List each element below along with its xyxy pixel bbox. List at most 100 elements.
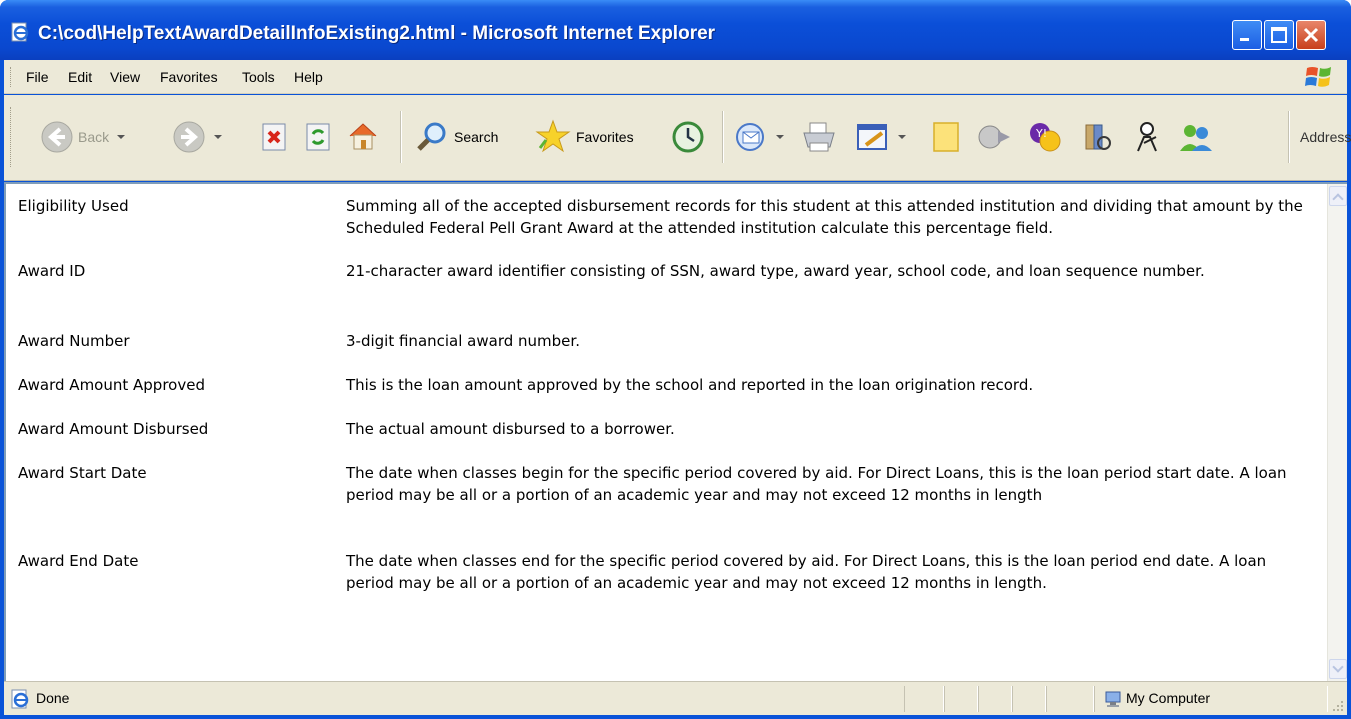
title-bar[interactable]: C:\cod\HelpTextAwardDetailInfoExisting2.… xyxy=(0,0,1351,60)
resize-grip-icon[interactable] xyxy=(1331,699,1345,713)
field-name: Award ID xyxy=(18,262,86,280)
menu-file[interactable]: File xyxy=(26,67,49,87)
field-description: 21-character award identifier consisting… xyxy=(346,262,1205,280)
favorites-button[interactable]: Favorites xyxy=(534,115,634,159)
menu-view[interactable]: View xyxy=(110,67,140,87)
page-content: Eligibility Used Summing all of the acce… xyxy=(4,182,1347,681)
list-item: Award Amount Disbursed The actual amount… xyxy=(18,418,1318,462)
toolbar-separator xyxy=(1288,111,1290,163)
browser-window: C:\cod\HelpTextAwardDetailInfoExisting2.… xyxy=(0,0,1351,719)
note-button[interactable] xyxy=(928,115,964,159)
field-name: Award Amount Disbursed xyxy=(18,420,209,438)
back-button[interactable]: Back xyxy=(40,115,126,159)
edit-dropdown-icon[interactable] xyxy=(898,135,906,139)
favorites-star-icon xyxy=(535,119,571,153)
toolbar-separator xyxy=(400,111,402,163)
user-button[interactable] xyxy=(1130,115,1164,159)
list-item: Award Number 3-digit financial award num… xyxy=(18,330,1318,374)
menu-edit[interactable]: Edit xyxy=(68,67,92,87)
forward-dropdown-icon[interactable] xyxy=(214,135,222,139)
status-bar: Done My Computer xyxy=(4,681,1347,715)
print-button[interactable] xyxy=(800,115,838,159)
menu-favorites[interactable]: Favorites xyxy=(160,67,218,87)
list-item: Award Start Date The date when classes b… xyxy=(18,462,1318,550)
contacts-button[interactable] xyxy=(1176,115,1216,159)
field-name: Eligibility Used xyxy=(18,197,129,215)
history-button[interactable] xyxy=(670,115,706,159)
stop-button[interactable] xyxy=(260,115,290,159)
field-description: This is the loan amount approved by the … xyxy=(346,376,1034,394)
close-icon xyxy=(1303,27,1319,43)
field-description: 3-digit financial award number. xyxy=(346,332,580,350)
favorites-label: Favorites xyxy=(576,129,634,145)
ie-page-icon xyxy=(11,22,29,42)
list-item: Award ID 21-character award identifier c… xyxy=(18,260,1318,330)
list-item: Eligibility Used Summing all of the acce… xyxy=(18,195,1318,260)
status-pane xyxy=(1012,686,1046,712)
contacts-icon xyxy=(1180,125,1212,151)
minimize-icon xyxy=(1240,38,1249,41)
field-name: Award Number xyxy=(18,332,130,350)
mail-icon xyxy=(736,123,764,151)
list-item: Award End Date The date when classes end… xyxy=(18,550,1318,638)
windows-logo-icon xyxy=(1305,67,1331,87)
edit-icon xyxy=(857,124,887,150)
search-magnifier-icon xyxy=(417,122,446,151)
security-zone-text: My Computer xyxy=(1126,690,1211,706)
messenger-icon: Y! xyxy=(1030,123,1061,152)
media-button[interactable] xyxy=(974,115,1014,159)
status-pane xyxy=(978,686,1012,712)
user-icon xyxy=(1137,122,1157,152)
scroll-up-button[interactable] xyxy=(1329,186,1347,206)
mail-button[interactable] xyxy=(734,115,784,159)
research-button[interactable] xyxy=(1080,115,1116,159)
status-pane xyxy=(1046,686,1094,712)
print-icon xyxy=(803,122,835,152)
ie-page-icon xyxy=(11,689,29,709)
address-label: Address xyxy=(1300,129,1351,145)
history-icon xyxy=(672,121,704,153)
refresh-button[interactable] xyxy=(304,115,334,159)
vertical-scrollbar[interactable] xyxy=(1327,184,1347,681)
scroll-down-button[interactable] xyxy=(1329,659,1347,679)
menu-bar: File Edit View Favorites Tools Help xyxy=(4,60,1347,94)
menu-grip[interactable] xyxy=(10,67,13,87)
chevron-down-icon xyxy=(1332,661,1344,673)
forward-arrow-icon xyxy=(173,121,205,153)
toolbar-grip[interactable] xyxy=(10,107,13,167)
svg-text:Y!: Y! xyxy=(1035,127,1047,140)
home-icon xyxy=(349,123,377,150)
maximize-button[interactable] xyxy=(1264,20,1294,50)
field-description: Summing all of the accepted disbursement… xyxy=(346,197,1303,237)
note-icon xyxy=(933,122,959,152)
maximize-icon xyxy=(1271,27,1287,43)
menu-help[interactable]: Help xyxy=(294,67,323,87)
edit-button[interactable] xyxy=(854,115,906,159)
field-name: Award End Date xyxy=(18,552,139,570)
back-arrow-icon xyxy=(41,121,73,153)
status-pane xyxy=(904,686,944,712)
field-name: Award Start Date xyxy=(18,464,147,482)
field-description: The date when classes begin for the spec… xyxy=(346,464,1287,504)
search-label: Search xyxy=(454,129,499,145)
refresh-icon xyxy=(306,123,330,151)
chevron-up-icon xyxy=(1332,193,1344,205)
search-button[interactable]: Search xyxy=(414,115,498,159)
mail-dropdown-icon[interactable] xyxy=(776,135,784,139)
minimize-button[interactable] xyxy=(1232,20,1262,50)
close-button[interactable] xyxy=(1296,20,1326,50)
home-button[interactable] xyxy=(346,115,380,159)
field-description: The date when classes end for the specif… xyxy=(346,552,1267,592)
research-icon xyxy=(1085,124,1111,150)
standard-toolbar: Back Search Favorites Y! Address xyxy=(4,95,1351,181)
forward-button[interactable] xyxy=(172,115,222,159)
menu-tools[interactable]: Tools xyxy=(242,67,275,87)
help-text-list: Eligibility Used Summing all of the acce… xyxy=(18,195,1318,638)
status-pane xyxy=(944,686,978,712)
messenger-button[interactable]: Y! xyxy=(1026,115,1066,159)
back-dropdown-icon[interactable] xyxy=(117,135,126,139)
toolbar-separator xyxy=(722,111,724,163)
field-description: The actual amount disbursed to a borrowe… xyxy=(346,420,675,438)
window-title: C:\cod\HelpTextAwardDetailInfoExisting2.… xyxy=(38,23,716,44)
stop-icon xyxy=(262,123,286,151)
